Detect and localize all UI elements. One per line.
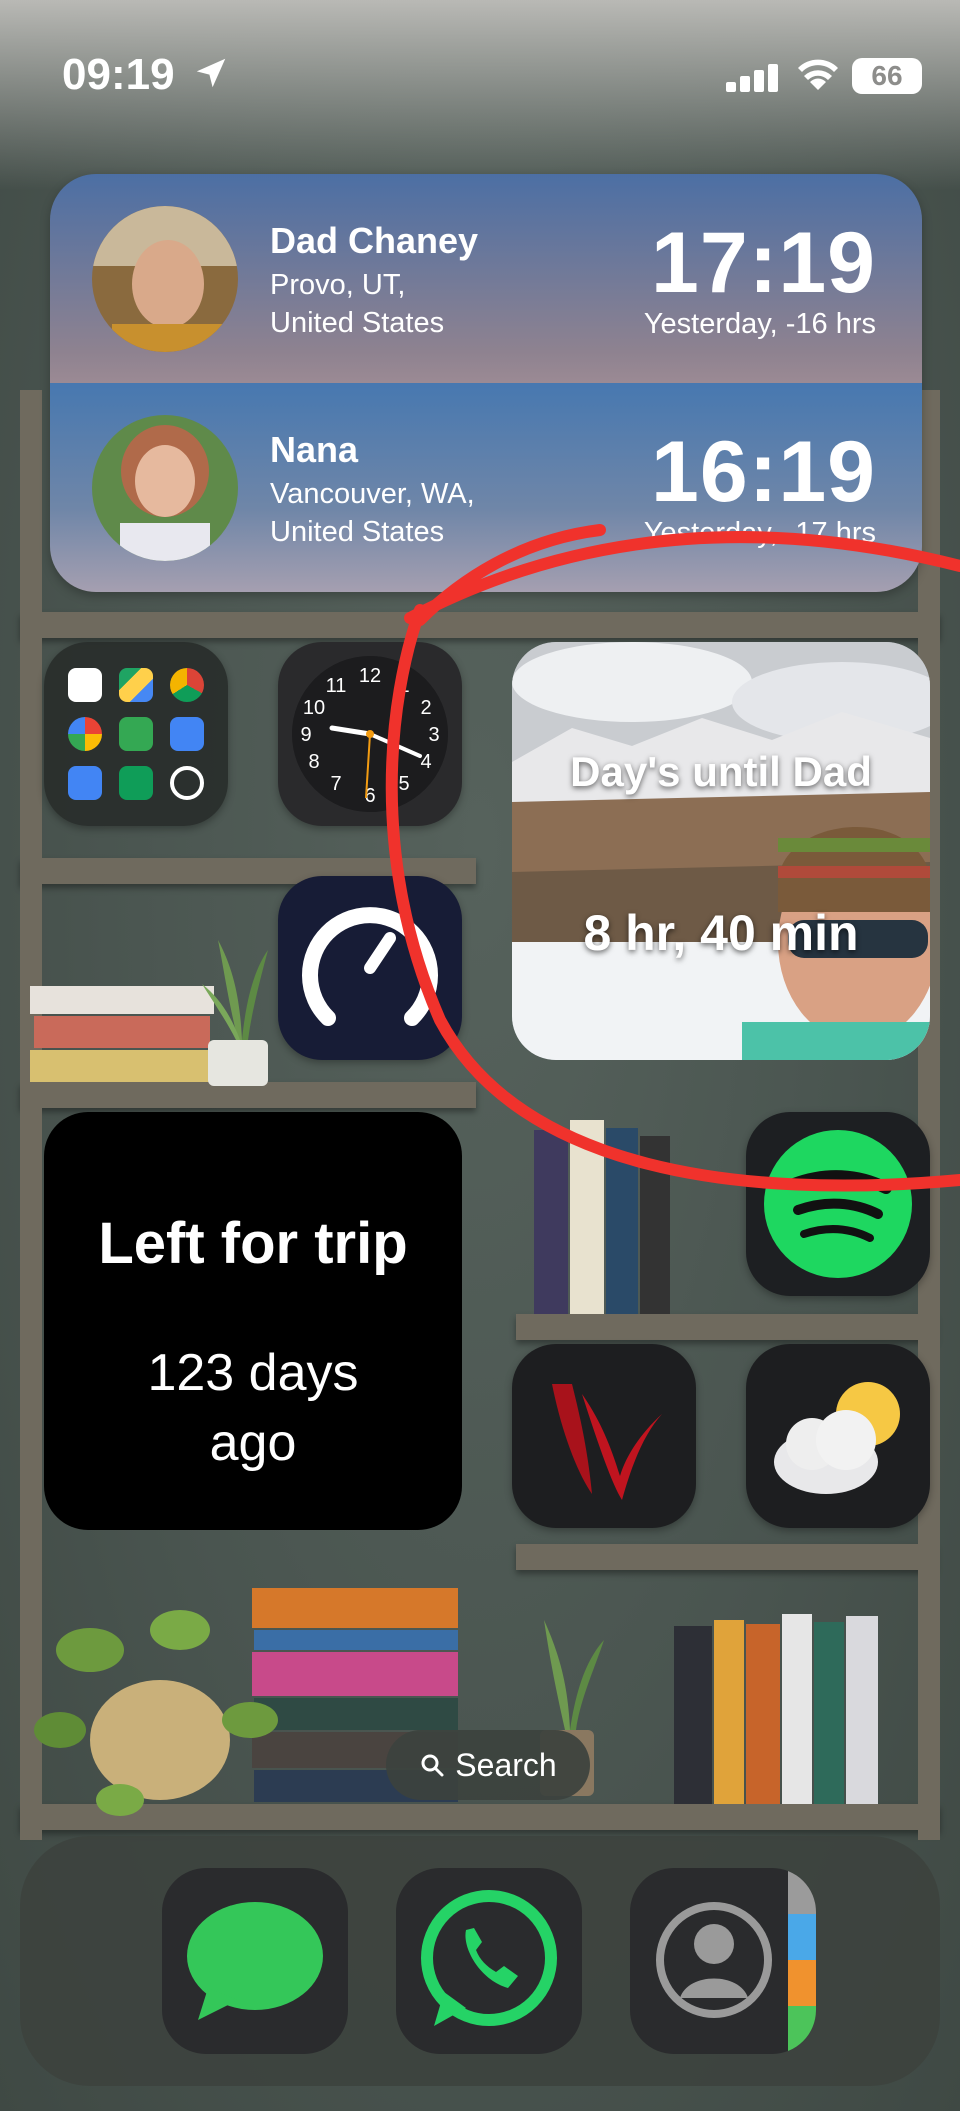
contacts-icon	[656, 1868, 816, 2054]
whatsapp-app[interactable]	[396, 1868, 582, 2054]
dock	[20, 1836, 940, 2086]
search-label: Search	[455, 1746, 557, 1783]
whatsapp-icon	[421, 1890, 557, 2026]
contacts-app[interactable]	[630, 1868, 816, 2054]
messages-app[interactable]	[162, 1868, 348, 2054]
search-button[interactable]: Search	[386, 1730, 590, 1800]
search-icon	[421, 1754, 444, 1777]
message-bubble-icon	[187, 1902, 323, 2020]
